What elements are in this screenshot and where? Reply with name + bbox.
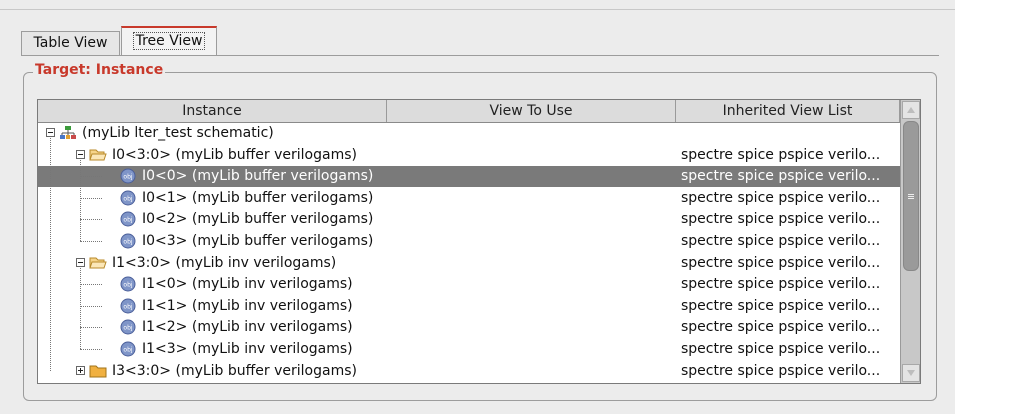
obj-icon: obj <box>120 168 136 184</box>
instance-tree-table: Instance View To Use Inherited View List… <box>37 99 921 384</box>
table-row[interactable]: I0<3:0> (myLib buffer verilogams) spectre… <box>38 145 900 166</box>
instance-cell: I0<3:0> (myLib buffer verilogams) <box>112 146 357 163</box>
collapse-toggle[interactable] <box>46 128 55 137</box>
instance-cell: I0<0> (myLib buffer verilogams) <box>142 168 374 185</box>
tree-branch-line <box>80 305 102 307</box>
instance-cell: I3<3:0> (myLib buffer verilogams) <box>112 362 357 379</box>
obj-icon: obj <box>120 233 136 249</box>
svg-text:obj: obj <box>123 217 132 224</box>
table-row[interactable]: obj I0<0> (myLib buffer verilogams) spectr… <box>38 166 900 188</box>
column-header-inherited-view-list[interactable]: Inherited View List <box>676 100 900 122</box>
tree-branch-line <box>80 176 102 178</box>
instance-cell: I0<3> (myLib buffer verilogams) <box>142 233 374 249</box>
instance-cell: I0<1> (myLib buffer verilogams) <box>142 189 374 206</box>
obj-icon: obj <box>120 341 136 357</box>
inherited-view-list-cell: spectre spice pspice verilo... <box>681 211 881 228</box>
table-row[interactable]: I1<3:0> (myLib inv verilogams) spectre sp… <box>38 253 900 274</box>
column-header-view-to-use[interactable]: View To Use <box>387 100 676 122</box>
table-row[interactable]: obj I1<1> (myLib inv verilogams) spectre s… <box>38 296 900 317</box>
svg-text:obj: obj <box>123 282 132 289</box>
triangle-up-icon <box>907 107 915 113</box>
hierarchy-icon <box>60 126 76 139</box>
tree-branch-line <box>80 349 102 350</box>
inherited-view-list-cell: spectre spice pspice verilo... <box>681 168 881 185</box>
instance-cell: (myLib lter_test schematic) <box>82 125 274 141</box>
tab-tree-view-label: Tree View <box>132 32 206 50</box>
top-divider <box>0 9 955 10</box>
table-row[interactable]: obj I0<2> (myLib buffer verilogams) spectr… <box>38 209 900 230</box>
view-panel: Table View Tree View Target: Instance In… <box>0 0 955 414</box>
obj-icon: obj <box>120 276 136 292</box>
tab-table-view[interactable]: Table View <box>21 31 120 55</box>
instance-cell: I1<0> (myLib inv verilogams) <box>142 276 353 293</box>
tree-branch-line <box>80 284 102 286</box>
thumb-grip <box>908 198 914 199</box>
thumb-grip <box>908 196 914 197</box>
svg-text:obj: obj <box>123 174 132 181</box>
tab-content-border <box>21 55 939 56</box>
scroll-down-button[interactable] <box>902 364 920 382</box>
folder-closed-icon <box>89 365 107 378</box>
group-title: Target: Instance <box>33 62 166 79</box>
inherited-view-list-cell: spectre spice pspice verilo... <box>681 254 881 271</box>
table-row[interactable]: obj I1<0> (myLib inv verilogams) spectre s… <box>38 274 900 295</box>
instance-cell: I0<2> (myLib buffer verilogams) <box>142 211 374 228</box>
folder-open-icon <box>89 257 107 269</box>
svg-text:obj: obj <box>123 303 132 310</box>
inherited-view-list-cell: spectre spice pspice verilo... <box>681 189 881 206</box>
inherited-view-list-cell: spectre spice pspice verilo... <box>681 233 881 249</box>
instance-cell: I1<3:0> (myLib inv verilogams) <box>112 254 337 271</box>
instance-cell: I1<1> (myLib inv verilogams) <box>142 297 353 314</box>
triangle-down-icon <box>907 370 915 376</box>
inherited-view-list-cell: spectre spice pspice verilo... <box>681 297 881 314</box>
table-row[interactable]: I3<3:0> (myLib buffer verilogams) spectre… <box>38 361 900 382</box>
tree-connector-line <box>80 267 81 349</box>
svg-text:obj: obj <box>123 239 132 246</box>
expand-toggle[interactable] <box>76 365 85 375</box>
scroll-up-button[interactable] <box>902 101 920 119</box>
instance-cell: I1<2> (myLib inv verilogams) <box>142 319 353 336</box>
tree-connector-line <box>50 138 51 371</box>
obj-icon: obj <box>120 298 136 314</box>
collapse-toggle[interactable] <box>76 257 85 267</box>
inherited-view-list-cell: spectre spice pspice verilo... <box>681 146 881 163</box>
obj-icon: obj <box>120 211 136 227</box>
table-header: Instance View To Use Inherited View List <box>38 100 900 123</box>
table-row[interactable]: obj I0<3> (myLib buffer verilogams) spectr… <box>38 231 900 252</box>
table-row[interactable]: (myLib lter_test schematic) <box>38 123 900 144</box>
inherited-view-list-cell: spectre spice pspice verilo... <box>681 276 881 293</box>
obj-icon: obj <box>120 190 136 206</box>
table-row[interactable]: obj I0<1> (myLib buffer verilogams) spectr… <box>38 188 900 209</box>
folder-open-icon <box>89 149 107 161</box>
obj-icon: obj <box>120 319 136 335</box>
inherited-view-list-cell: spectre spice pspice verilo... <box>681 362 881 379</box>
svg-text:obj: obj <box>123 347 132 354</box>
tree-branch-line <box>80 327 102 329</box>
table-row[interactable]: obj I1<3> (myLib inv verilogams) spectre s… <box>38 339 900 360</box>
tree-branch-line <box>80 197 102 199</box>
inherited-view-list-cell: spectre spice pspice verilo... <box>681 341 881 357</box>
column-header-instance[interactable]: Instance <box>38 100 387 122</box>
inherited-view-list-cell: spectre spice pspice verilo... <box>681 319 881 336</box>
tree-branch-line <box>80 241 102 242</box>
svg-text:obj: obj <box>123 325 132 332</box>
tree-connector-line <box>80 159 81 241</box>
instance-cell: I1<3> (myLib inv verilogams) <box>142 341 353 357</box>
tree-branch-line <box>80 219 102 221</box>
scrollbar-thumb[interactable] <box>903 121 919 271</box>
svg-text:obj: obj <box>123 195 132 202</box>
table-row[interactable]: obj I1<2> (myLib inv verilogams) spectre s… <box>38 317 900 338</box>
vertical-scrollbar[interactable] <box>900 100 920 383</box>
tab-tree-view[interactable]: Tree View <box>121 26 217 56</box>
thumb-grip <box>908 194 914 195</box>
collapse-toggle[interactable] <box>76 149 85 159</box>
